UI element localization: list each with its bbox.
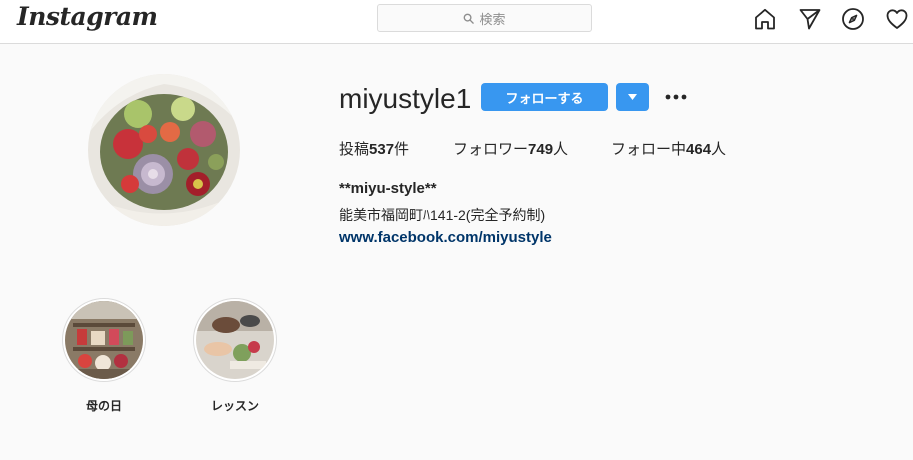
posts-label: 投稿 bbox=[339, 141, 370, 158]
activity-heart-icon[interactable] bbox=[885, 7, 909, 31]
posts-count: 537 bbox=[369, 141, 395, 158]
highlight-ring bbox=[62, 298, 146, 382]
profile-avatar[interactable] bbox=[88, 74, 240, 226]
explore-icon[interactable] bbox=[841, 7, 865, 31]
search-box[interactable]: 検索 bbox=[377, 4, 592, 32]
highlight-cover-image bbox=[196, 301, 274, 379]
bio-text: 能美市福岡町ﾊ141-2(完全予約制) bbox=[339, 207, 546, 223]
posts-unit: 件 bbox=[394, 141, 410, 158]
instagram-logo[interactable]: Instagram bbox=[17, 2, 158, 31]
ellipsis-icon bbox=[665, 94, 687, 100]
following-count: 464 bbox=[686, 141, 712, 158]
profile-username: miyustyle1 bbox=[339, 83, 472, 114]
posts-count-stat: 投稿537件 bbox=[339, 138, 409, 159]
home-icon[interactable] bbox=[753, 7, 777, 31]
story-highlight[interactable]: 母の日 bbox=[61, 298, 147, 414]
following-unit: 人 bbox=[711, 141, 727, 158]
direct-icon[interactable] bbox=[798, 7, 822, 31]
bio-full-name: **miyu-style** bbox=[339, 180, 437, 197]
top-navigation-bar: Instagram 検索 bbox=[0, 0, 913, 44]
more-options-button[interactable] bbox=[663, 87, 689, 107]
followers-count: 749 bbox=[528, 141, 554, 158]
suggestions-dropdown-button[interactable] bbox=[616, 83, 649, 111]
highlight-cover-image bbox=[65, 301, 143, 379]
following-label: フォロー中 bbox=[611, 141, 687, 158]
story-highlight[interactable]: レッスン bbox=[192, 298, 278, 414]
chevron-down-icon bbox=[628, 94, 637, 100]
search-placeholder: 検索 bbox=[479, 11, 506, 27]
highlight-label: 母の日 bbox=[85, 399, 122, 413]
following-count-stat[interactable]: フォロー中464人 bbox=[611, 138, 726, 159]
followers-label: フォロワー bbox=[453, 141, 529, 158]
highlight-label: レッスン bbox=[210, 399, 259, 413]
search-icon bbox=[464, 13, 475, 24]
bio-website-link[interactable]: www.facebook.com/miyustyle bbox=[339, 229, 552, 246]
follow-button[interactable]: フォローする bbox=[481, 83, 608, 111]
followers-count-stat[interactable]: フォロワー749人 bbox=[453, 138, 568, 159]
followers-unit: 人 bbox=[553, 141, 569, 158]
highlight-ring bbox=[193, 298, 277, 382]
